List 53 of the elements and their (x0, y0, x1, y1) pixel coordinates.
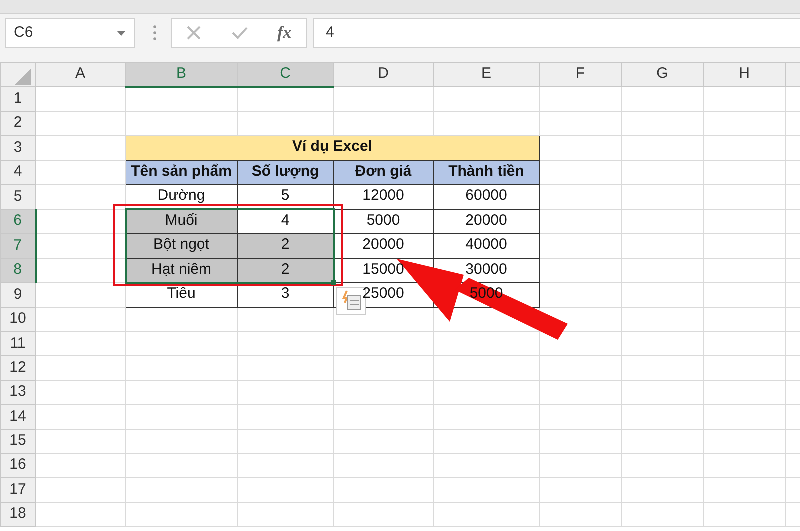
column-header[interactable]: C (238, 62, 334, 87)
table-cell: 5000 (334, 209, 434, 234)
row-header[interactable]: 7 (0, 234, 36, 258)
row-header[interactable]: 14 (0, 404, 36, 430)
table-header: Thành tiền (434, 160, 540, 185)
dropdown-icon[interactable] (117, 30, 126, 36)
row-header[interactable]: 3 (0, 136, 36, 160)
row-header[interactable]: 6 (0, 209, 36, 234)
row-header[interactable]: 18 (0, 502, 36, 527)
table-cell: 20000 (434, 209, 540, 234)
table-header: Số lượng (238, 160, 334, 185)
cell-reference: C6 (14, 22, 34, 43)
table-cell: 2 (238, 258, 334, 283)
table-cell: 4 (238, 209, 334, 234)
table-cell: 2 (238, 234, 334, 258)
row-header[interactable]: 10 (0, 307, 36, 332)
select-all-icon[interactable] (15, 68, 31, 85)
column-header[interactable]: B (126, 62, 238, 87)
table-header: Tên sản phẩm (126, 160, 238, 185)
fill-handle[interactable] (330, 280, 336, 285)
row-header[interactable]: 11 (0, 332, 36, 356)
column-header[interactable]: E (434, 62, 540, 87)
row-header[interactable]: 1 (0, 86, 36, 112)
column-header[interactable]: H (704, 62, 786, 87)
table-header: Đơn giá (334, 160, 434, 185)
formula-field[interactable]: 4 (313, 18, 800, 48)
row-header[interactable]: 4 (0, 160, 36, 185)
grip-icon (153, 25, 157, 41)
row-header[interactable]: 5 (0, 184, 36, 210)
column-header[interactable]: G (622, 62, 704, 87)
name-box[interactable]: C6 (5, 18, 135, 48)
row-header[interactable]: 16 (0, 454, 36, 478)
column-header[interactable]: A (36, 62, 126, 87)
row-header[interactable]: 8 (0, 258, 36, 283)
table-title: Ví dụ Excel (126, 136, 540, 160)
column-header[interactable]: D (334, 62, 434, 87)
table-cell: 40000 (434, 234, 540, 258)
column-header[interactable]: F (540, 62, 622, 87)
table-cell: Muối (126, 209, 238, 234)
row-header[interactable]: 15 (0, 429, 36, 454)
table-cell: 20000 (334, 234, 434, 258)
table-cell: Hạt niêm (126, 258, 238, 283)
insert-function-button[interactable]: fx (278, 20, 292, 46)
table-cell: 12000 (334, 184, 434, 210)
row-header[interactable]: 2 (0, 111, 36, 136)
table-cell: 60000 (434, 184, 540, 210)
enter-icon[interactable] (230, 25, 249, 41)
row-header[interactable]: 12 (0, 356, 36, 380)
cancel-icon[interactable] (186, 25, 202, 41)
table-cell: Bột ngọt (126, 234, 238, 258)
row-header[interactable]: 17 (0, 478, 36, 502)
row-header[interactable]: 13 (0, 380, 36, 405)
row-header[interactable]: 9 (0, 282, 36, 308)
